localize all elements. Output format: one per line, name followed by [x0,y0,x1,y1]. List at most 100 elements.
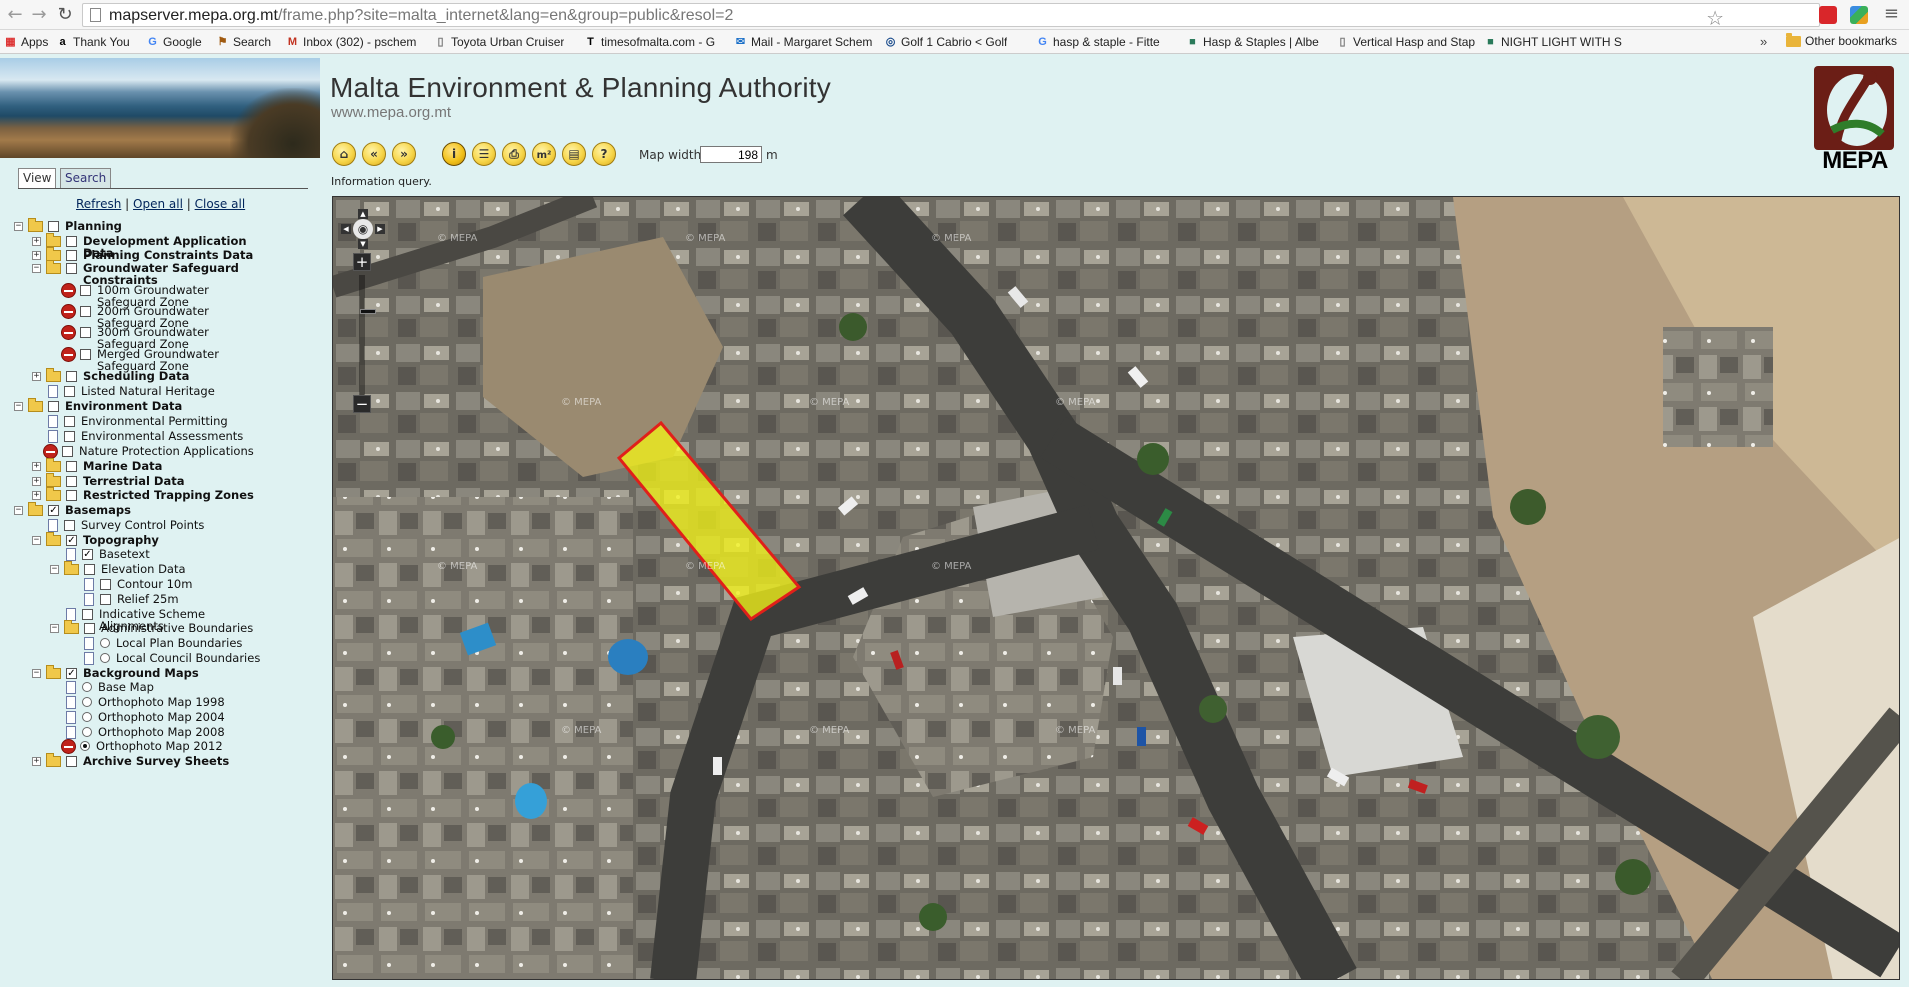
bookmark-item[interactable]: ✉ Mail - Margaret Schem [734,34,874,50]
reload-icon[interactable]: ↻ [54,4,76,26]
layer-tree-row[interactable]: Local Council Boundaries [68,652,264,665]
layer-checkbox[interactable] [66,490,77,501]
layer-checkbox[interactable] [80,306,91,317]
bookmark-item[interactable]: ◎ Golf 1 Cabrio < Golf [884,34,1024,50]
layer-tree-row[interactable]: Nature Protection Applications [32,444,264,459]
zoom-in-icon[interactable]: + [353,253,371,271]
layer-checkbox[interactable] [66,476,77,487]
pan-up-icon[interactable]: ▲ [358,209,368,219]
layer-tree-row[interactable]: Orthophoto Map 2012 [50,739,264,754]
layer-checkbox[interactable]: ✓ [82,549,93,560]
layer-tree-row[interactable]: Base Map [50,681,264,694]
globe-icon[interactable]: ◉ [353,219,373,239]
forward-tool[interactable]: » [392,142,416,166]
bookmark-item[interactable]: ▦ Apps [4,34,50,50]
url-field[interactable]: mapserver.mepa.org.mt/frame.php?site=mal… [82,3,1820,30]
layer-checkbox[interactable] [66,250,77,261]
bookmark-item[interactable]: G Google [146,34,210,50]
layer-checkbox[interactable] [64,431,75,442]
collapse-minus-icon[interactable]: − [32,264,41,273]
zoom-slider-handle[interactable] [360,309,376,314]
expand-plus-icon[interactable]: + [32,372,41,381]
layer-checkbox[interactable] [66,371,77,382]
pan-left-icon[interactable]: ◀ [341,224,351,234]
layer-tree-row[interactable]: + Archive Survey Sheets [32,753,264,767]
map-viewport[interactable]: © MEPA © MEPA © MEPA © MEPA © MEPA © MEP… [332,196,1900,980]
extension-colors-icon[interactable] [1850,6,1868,24]
layer-checkbox[interactable] [48,401,59,412]
layer-checkbox[interactable] [64,520,75,531]
print-tool[interactable]: ⎙ [502,142,526,166]
layer-tree-row[interactable]: Orthophoto Map 1998 [50,696,264,709]
layer-checkbox[interactable] [80,327,91,338]
back-arrow-icon[interactable]: ← [4,4,26,26]
bookmark-item[interactable]: Ghasp & staple - Fitte [1036,34,1176,50]
layer-tree-row[interactable]: Orthophoto Map 2004 [50,711,264,724]
bookmark-item[interactable]: ▯ Vertical Hasp and Stap [1336,34,1476,50]
forward-arrow-icon[interactable]: → [28,4,50,26]
layer-tree-row[interactable]: Local Plan Boundaries [68,637,264,650]
layer-checkbox[interactable] [80,285,91,296]
layer-tree-row[interactable]: + Marine Data [32,458,264,472]
help-tool[interactable]: ? [592,142,616,166]
collapse-minus-icon[interactable]: − [50,624,59,633]
collapse-minus-icon[interactable]: − [32,536,41,545]
layer-checkbox[interactable] [80,349,91,360]
layer-checkbox[interactable] [66,756,77,767]
layer-checkbox[interactable] [84,564,95,575]
layer-tree-row[interactable]: + Scheduling Data [32,368,264,382]
layer-checkbox[interactable]: ✓ [66,668,77,679]
bookmark-item[interactable]: ■ NIGHT LIGHT WITH S [1484,34,1634,50]
layer-tree-row[interactable]: Environmental Permitting [32,415,264,428]
layer-checkbox[interactable] [64,386,75,397]
layer-checkbox[interactable] [66,263,77,274]
layer-radio[interactable] [100,653,110,663]
layer-radio[interactable] [100,638,110,648]
more-bookmarks-chevron[interactable]: » [1760,34,1767,49]
pan-right-icon[interactable]: ▶ [375,224,385,234]
layer-tree-row[interactable]: − Elevation Data [50,561,264,575]
layer-tree-row[interactable]: − ✓ Background Maps [32,665,264,679]
bookmark-item[interactable]: M Inbox (302) - pschem [286,34,426,50]
layer-tree-row[interactable]: Survey Control Points [32,519,264,532]
layer-checkbox[interactable] [62,446,73,457]
layer-tree-row[interactable]: − Planning [14,218,264,232]
tab-search[interactable]: Search [60,168,112,188]
collapse-minus-icon[interactable]: − [14,506,23,515]
layer-checkbox[interactable]: ✓ [66,535,77,546]
collapse-minus-icon[interactable]: − [32,669,41,678]
layer-tree-row[interactable]: + Terrestrial Data [32,473,264,487]
extension-red-icon[interactable] [1819,6,1837,24]
open-all-link[interactable]: Open all [133,197,183,211]
bookmark-item[interactable]: a Thank You [56,34,140,50]
layer-radio[interactable] [82,697,92,707]
bookmark-item[interactable]: Ttimesofmalta.com - G [584,34,724,50]
expand-plus-icon[interactable]: + [32,251,41,260]
chrome-menu-icon[interactable]: ≡ [1884,5,1899,23]
back-tool[interactable]: « [362,142,386,166]
layer-tree-row[interactable]: − ✓ Topography [32,532,264,546]
layer-checkbox[interactable] [66,236,77,247]
layer-tree-row[interactable]: Relief 25m [68,593,264,606]
layer-tree-row[interactable]: ✓ Basetext [50,548,264,561]
legend-tool[interactable]: ☰ [472,142,496,166]
tab-view[interactable]: View [18,168,57,189]
info-tool[interactable]: i [442,142,466,166]
query-tool[interactable]: ▤ [562,142,586,166]
layer-checkbox[interactable] [100,579,111,590]
zoom-out-icon[interactable]: − [353,395,371,413]
layer-tree-row[interactable]: − Administrative Boundaries [50,620,264,634]
layer-tree-row[interactable]: + Planning Constraints Data [32,247,264,261]
layer-tree-row[interactable]: Contour 10m [68,578,264,591]
expand-plus-icon[interactable]: + [32,757,41,766]
close-all-link[interactable]: Close all [195,197,246,211]
expand-plus-icon[interactable]: + [32,462,41,471]
collapse-minus-icon[interactable]: − [14,402,23,411]
expand-plus-icon[interactable]: + [32,237,41,246]
layer-tree-row[interactable]: + Restricted Trapping Zones [32,487,264,501]
pan-down-icon[interactable]: ▼ [358,239,368,249]
layer-checkbox[interactable] [64,416,75,427]
layer-tree-row[interactable]: Environmental Assessments [32,430,264,443]
layer-checkbox[interactable]: ✓ [48,505,59,516]
layer-tree-row[interactable]: − Environment Data [14,398,264,412]
